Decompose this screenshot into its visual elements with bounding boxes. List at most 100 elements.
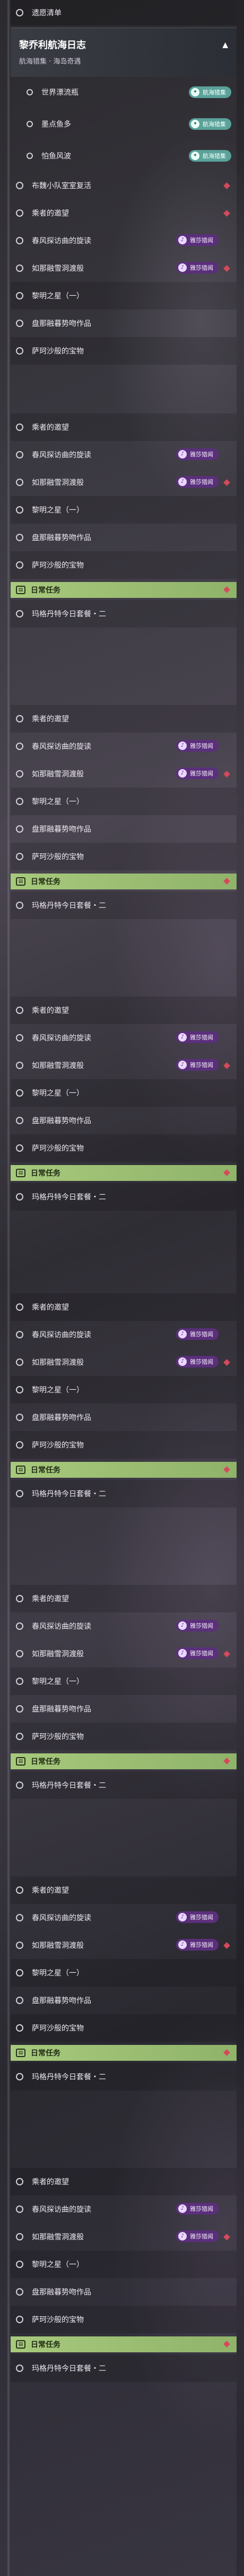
quest-header[interactable]: 黎乔利航海日志 航海猎集 · 海岛奇遇 ▲ [11, 28, 237, 77]
daily-tasks-header[interactable]: ▤ 日常任务 [11, 1165, 237, 1181]
calendar-icon: ▤ [16, 2340, 25, 2349]
quest-item[interactable]: 萨珂沙般的宝物 [11, 1723, 237, 1750]
quest-item[interactable]: 春风探访曲的旋读 ♪ 雅莎猎闻 [11, 227, 237, 254]
daily-tasks-header[interactable]: ▤ 日常任务 [11, 1753, 237, 1769]
quest-item[interactable]: 如那融雪洞渡般 ♪ 雅莎猎闻 [11, 760, 237, 788]
quest-label: 世界漂流瓶 [41, 89, 79, 97]
quest-item[interactable]: 乘者的邀望 [11, 1876, 237, 1904]
quest-item[interactable]: 萨珂沙般的宝物 [11, 843, 237, 870]
ticket-icon: ♪ [178, 478, 187, 486]
event-badge: ♪ 雅莎猎闻 [176, 1328, 219, 1340]
quest-item[interactable]: 乘者的邀望 [11, 1585, 237, 1612]
circle-icon [16, 209, 23, 217]
circle-icon [16, 1781, 23, 1789]
quest-item[interactable]: 盘那融暮势吻作品 [11, 2278, 237, 2306]
event-badge: ♪ 雅莎猎闻 [176, 448, 219, 460]
circle-icon [16, 1358, 23, 1366]
daily-tasks-header[interactable]: ▤ 日常任务 [11, 874, 237, 889]
chevron-up-icon[interactable]: ▲ [222, 41, 228, 49]
quest-item[interactable]: 黎明之星（一） [11, 2251, 237, 2278]
quest-item[interactable]: 春风探访曲的旋读 ♪ 雅莎猎闻 [11, 1904, 237, 1931]
quest-item[interactable]: 如那融雪洞渡般 ♪ 雅莎猎闻 [11, 1348, 237, 1376]
quest-item[interactable]: 盘那融暮势吻作品 [11, 310, 237, 337]
alert-diamond-icon [223, 2341, 230, 2348]
quest-item[interactable]: 萨珂沙般的宝物 [11, 337, 237, 365]
quest-item[interactable]: 黎明之星（一） [11, 1079, 237, 1107]
quest-item[interactable]: 萨珂沙般的宝物 [11, 2306, 237, 2333]
quest-label: 乘者的邀望 [32, 1007, 69, 1015]
quest-item[interactable]: 玛格丹特今日套餐・二 [11, 1771, 237, 1799]
quest-item[interactable]: 黎明之星（一） [11, 1376, 237, 1404]
quest-item[interactable]: 春风探访曲的旋读 ♪ 雅莎猎闻 [11, 1024, 237, 1052]
quest-item[interactable]: 玛格丹特今日套餐・二 [11, 600, 237, 628]
quest-item[interactable]: 乘者的邀望 [11, 2168, 237, 2195]
quest-item[interactable]: 萨珂沙般的宝物 [11, 2014, 237, 2042]
quest-item[interactable]: 布魏小队室室复活 [11, 172, 237, 199]
quest-label: 玛格丹特今日套餐・二 [32, 1781, 106, 1790]
alert-diamond-icon [223, 182, 230, 189]
quest-item[interactable]: 如那融雪洞渡般 ♪ 雅莎猎闻 [11, 469, 237, 496]
quest-item[interactable]: 萨珂沙般的宝物 [11, 1134, 237, 1162]
calendar-icon: ▤ [16, 2049, 25, 2057]
quest-item[interactable]: 乘者的邀望 [11, 413, 237, 441]
quest-item[interactable]: 盘那融暮势吻作品 [11, 1695, 237, 1723]
scrollbar-track[interactable] [237, 0, 244, 2576]
circle-icon [16, 1622, 23, 1630]
quest-label: 乘者的邀望 [32, 424, 69, 432]
daily-tasks-title: 日常任务 [31, 2049, 60, 2058]
quest-item[interactable]: 玛格丹特今日套餐・二 [11, 2063, 237, 2090]
quest-item[interactable]: 如那融雪洞渡般 ♪ 雅莎猎闻 [11, 254, 237, 282]
quest-label: 乘者的邀望 [32, 1303, 69, 1312]
quest-item[interactable]: 春风探访曲的旋读 ♪ 雅莎猎闻 [11, 733, 237, 760]
quest-item[interactable]: 春风探访曲的旋读 ♪ 雅莎猎闻 [11, 441, 237, 469]
quest-label: 如那融雪洞渡般 [32, 1942, 84, 1950]
quest-item[interactable]: 盘那融暮势吻作品 [11, 815, 237, 843]
quest-item[interactable]: 如那融雪洞渡般 ♪ 雅莎猎闻 [11, 1931, 237, 1959]
daily-tasks-title: 日常任务 [31, 2341, 60, 2349]
quest-label: 盘那融暮势吻作品 [32, 320, 91, 328]
quest-item[interactable]: 如那融雪洞渡般 ♪ 雅莎猎闻 [11, 2223, 237, 2251]
quest-item[interactable]: 如那融雪洞渡般 ♪ 雅莎猎闻 [11, 1640, 237, 1668]
quest-item[interactable]: 盘那融暮势吻作品 [11, 524, 237, 551]
sub-quest-item[interactable]: 世界漂流瓶 ✦ 航海猎集 [11, 78, 237, 106]
quest-item[interactable]: 春风探访曲的旋读 ♪ 雅莎猎闻 [11, 1612, 237, 1640]
quest-item[interactable]: 春风探访曲的旋读 ♪ 雅莎猎闻 [11, 1321, 237, 1348]
calendar-icon: ▤ [16, 586, 25, 594]
sub-quest-item[interactable]: 墨点鱼多 ✦ 航海猎集 [11, 110, 237, 138]
quest-item[interactable]: 乘者的邀望 [11, 996, 237, 1024]
quest-item[interactable]: 盘那融暮势吻作品 [11, 1404, 237, 1431]
quest-item[interactable]: 乘者的邀望 [11, 705, 237, 733]
quest-item[interactable]: 黎明之星（一） [11, 788, 237, 815]
circle-icon [16, 451, 23, 458]
circle-icon [16, 2261, 23, 2268]
quest-item[interactable]: 如那融雪洞渡般 ♪ 雅莎猎闻 [11, 1052, 237, 1079]
quest-item[interactable]: 盘那融暮势吻作品 [11, 1987, 237, 2014]
quest-item[interactable]: 黎明之星（一） [11, 1959, 237, 1987]
quest-label: 盘那融暮势吻作品 [32, 1117, 91, 1125]
daily-tasks-header[interactable]: ▤ 日常任务 [11, 1462, 237, 1478]
event-badge: ♪ 雅莎猎闻 [176, 1647, 219, 1659]
quest-label: 春风探访曲的旋读 [32, 2206, 91, 2214]
quest-item[interactable]: 黎明之星（一） [11, 1668, 237, 1695]
daily-tasks-header[interactable]: ▤ 日常任务 [11, 2336, 237, 2352]
quest-item[interactable]: 盘那融暮势吻作品 [11, 1107, 237, 1134]
quest-item[interactable]: 黎明之星（一） [11, 282, 237, 310]
quest-label: 春风探访曲的旋读 [32, 743, 91, 751]
quest-item-top[interactable]: 遗愿清单 [11, 0, 237, 25]
quest-item[interactable]: 乘者的邀望 [11, 199, 237, 227]
quest-label: 春风探访曲的旋读 [32, 1331, 91, 1339]
quest-item[interactable]: 玛格丹特今日套餐・二 [11, 2354, 237, 2382]
daily-tasks-header[interactable]: ▤ 日常任务 [11, 2045, 237, 2061]
quest-item[interactable]: 萨珂沙般的宝物 [11, 551, 237, 579]
quest-item[interactable]: 黎明之星（一） [11, 496, 237, 524]
quest-item[interactable]: 乘者的邀望 [11, 1293, 237, 1321]
sub-quest-item[interactable]: 怕鱼风波 ✦ 航海猎集 [11, 142, 237, 170]
quest-item[interactable]: 玛格丹特今日套餐・二 [11, 1183, 237, 1211]
quest-item[interactable]: 春风探访曲的旋读 ♪ 雅莎猎闻 [11, 2195, 237, 2223]
circle-icon [16, 902, 23, 909]
circle-icon [16, 1089, 23, 1097]
quest-item[interactable]: 玛格丹特今日套餐・二 [11, 892, 237, 919]
quest-item[interactable]: 萨珂沙般的宝物 [11, 1431, 237, 1459]
daily-tasks-header[interactable]: ▤ 日常任务 [11, 582, 237, 598]
quest-item[interactable]: 玛格丹特今日套餐・二 [11, 1480, 237, 1507]
